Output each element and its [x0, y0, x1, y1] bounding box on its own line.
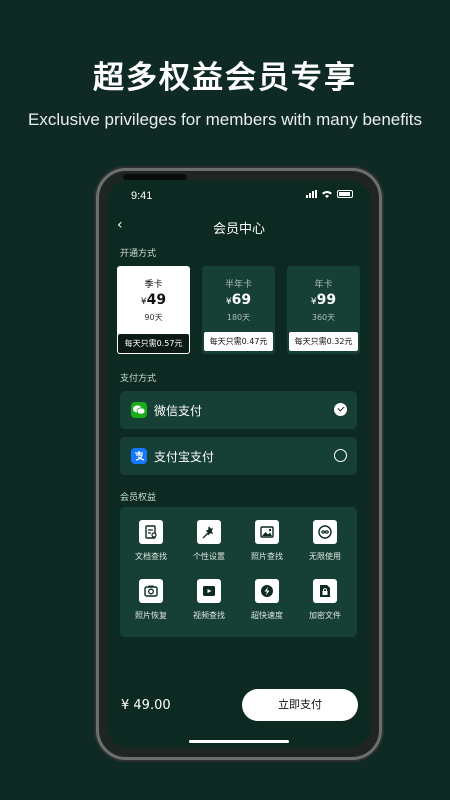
- nav-bar: ‹ 会员中心: [107, 214, 371, 238]
- promo-subtitle: Exclusive privileges for members with ma…: [0, 110, 450, 130]
- plan-name: 季卡: [117, 277, 190, 290]
- promo-title: 超多权益会员专享: [0, 52, 450, 97]
- benefits-grid: 文档查找 个性设置 照片查找 无限使用: [120, 507, 357, 637]
- benefit-label: 个性设置: [181, 551, 237, 562]
- phone-notch: [123, 174, 187, 180]
- home-indicator: [189, 740, 289, 743]
- document-search-icon: [139, 520, 163, 544]
- app-screen: 9:41 ‹ 会员中心 开通方式 季卡 ¥49 90天 每天只需0.57元 半年…: [107, 180, 371, 748]
- benefit-item: 文档查找: [123, 520, 179, 570]
- benefit-label: 无限使用: [297, 551, 353, 562]
- lock-file-icon: [313, 579, 337, 603]
- plan-daily-cost: 每天只需0.47元: [204, 332, 273, 351]
- plan-daily-cost: 每天只需0.32元: [289, 332, 358, 351]
- phone-frame: 9:41 ‹ 会员中心 开通方式 季卡 ¥49 90天 每天只需0.57元 半年…: [96, 168, 382, 760]
- pay-now-button[interactable]: 立即支付: [242, 689, 358, 721]
- wechat-icon: [131, 402, 147, 418]
- alipay-icon: [131, 448, 147, 464]
- benefit-item: 个性设置: [181, 520, 237, 570]
- benefit-label: 照片查找: [239, 551, 295, 562]
- benefit-label: 文档查找: [123, 551, 179, 562]
- benefit-label: 视频查找: [181, 610, 237, 621]
- plan-price: ¥69: [202, 292, 275, 308]
- benefit-label: 照片恢复: [123, 610, 179, 621]
- lightning-icon: [255, 579, 279, 603]
- plan-days: 180天: [202, 312, 275, 323]
- benefit-item: 照片恢复: [123, 579, 179, 629]
- plan-days: 90天: [117, 312, 190, 323]
- plan-card-year[interactable]: 年卡 ¥99 360天 每天只需0.32元: [287, 266, 360, 354]
- wifi-icon: [322, 190, 332, 198]
- benefit-item: 视频查找: [181, 579, 237, 629]
- plan-days: 360天: [287, 312, 360, 323]
- status-time: 9:41: [131, 190, 152, 202]
- camera-restore-icon: [139, 579, 163, 603]
- benefit-label: 超快速度: [239, 610, 295, 621]
- photo-search-icon: [255, 520, 279, 544]
- plan-price: ¥49: [117, 292, 190, 308]
- unlimited-icon: [313, 520, 337, 544]
- battery-icon: [337, 190, 353, 198]
- benefit-label: 加密文件: [297, 610, 353, 621]
- benefit-item: 超快速度: [239, 579, 295, 629]
- plan-card-halfyear[interactable]: 半年卡 ¥69 180天 每天只需0.47元: [202, 266, 275, 354]
- video-search-icon: [197, 579, 221, 603]
- plan-price: ¥99: [287, 292, 360, 308]
- benefit-item: 加密文件: [297, 579, 353, 629]
- signal-icon: [306, 190, 317, 198]
- payment-option-alipay[interactable]: 支付宝支付: [120, 437, 357, 475]
- benefit-item: 照片查找: [239, 520, 295, 570]
- payment-label: 微信支付: [154, 402, 202, 419]
- personalize-icon: [197, 520, 221, 544]
- benefits-section-label: 会员权益: [120, 490, 156, 503]
- plan-card-quarter[interactable]: 季卡 ¥49 90天 每天只需0.57元: [117, 266, 190, 354]
- plan-name: 半年卡: [202, 277, 275, 290]
- benefit-item: 无限使用: [297, 520, 353, 570]
- status-bar: 9:41: [107, 180, 371, 210]
- payment-option-wechat[interactable]: 微信支付: [120, 391, 357, 429]
- radio-unchecked-icon[interactable]: [334, 449, 347, 462]
- plan-name: 年卡: [287, 277, 360, 290]
- total-price: ¥ 49.00: [121, 698, 171, 713]
- payment-section-label: 支付方式: [120, 371, 156, 384]
- status-icons: [306, 190, 353, 198]
- plans-section-label: 开通方式: [120, 246, 156, 259]
- radio-checked-icon[interactable]: [334, 403, 347, 416]
- payment-label: 支付宝支付: [154, 448, 214, 465]
- page-title: 会员中心: [107, 218, 371, 237]
- plan-daily-cost: 每天只需0.57元: [118, 334, 189, 353]
